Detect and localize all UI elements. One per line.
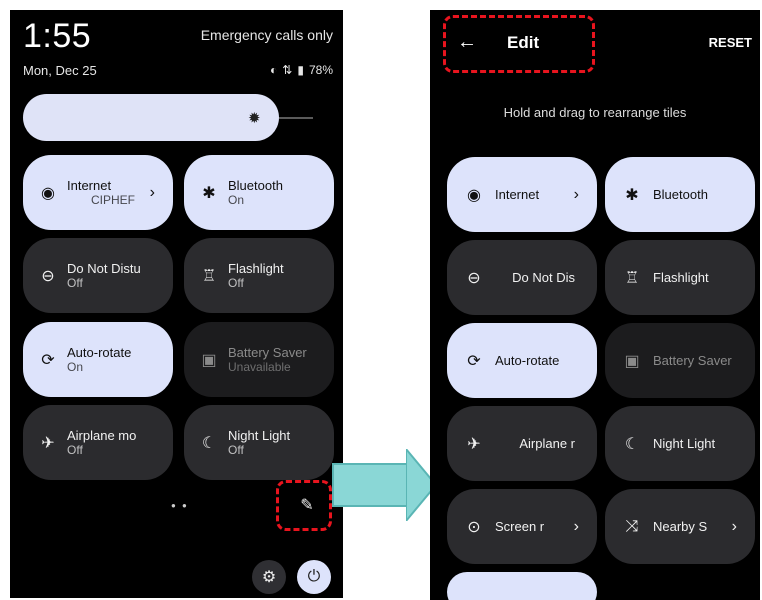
tile-bluetooth[interactable]: ✱ Bluetooth On	[184, 155, 334, 230]
tile-label: Internet	[495, 187, 540, 202]
tile-status: Off	[67, 276, 83, 290]
night-light-icon: ☾	[624, 435, 640, 453]
edit-tile-battery-saver[interactable]: ▣ Battery Saver	[605, 323, 755, 398]
tile-partial[interactable]	[447, 572, 597, 600]
edit-tile-airplane-r[interactable]: ✈ Airplane r	[447, 406, 597, 481]
airplane-icon: ✈	[41, 434, 55, 452]
battery-saver-icon: ▣	[624, 352, 640, 370]
battery-icon: ▮	[297, 63, 304, 77]
tile-label: Screen r	[495, 519, 545, 534]
tile-status: CIPHEF	[91, 193, 136, 207]
tile-label: Flashlight	[653, 270, 709, 285]
auto-rotate-icon: ⟳	[467, 352, 481, 370]
power-icon: ⏻	[307, 568, 321, 585]
airplane-icon: ✈	[467, 435, 481, 453]
instruction-text: Hold and drag to rearrange tiles	[503, 105, 687, 120]
edit-tile-night-light[interactable]: ☾ Night Light	[605, 406, 755, 481]
wifi-icon: ◉	[467, 186, 481, 204]
edit-tile-do-not-dis[interactable]: ⊖ Do Not Dis	[447, 240, 597, 315]
tile-label: Do Not Dis	[512, 270, 575, 285]
tile-status: Off	[228, 276, 244, 290]
tile-night-light[interactable]: ☾ Night Light Off	[184, 405, 334, 480]
carrier-status: Emergency calls only	[200, 27, 333, 43]
flashlight-icon: ♖	[624, 269, 640, 287]
tile-do-not-distu[interactable]: ⊖ Do Not Distu Off	[23, 238, 173, 313]
tile-status: Off	[228, 443, 244, 457]
tile-status: Off	[67, 443, 83, 457]
tile-label: Flashlight	[228, 261, 284, 276]
tile-auto-rotate[interactable]: ⟳ Auto-rotate On	[23, 322, 173, 397]
tile-status: Unavailable	[228, 360, 291, 374]
edit-tile-bluetooth[interactable]: ✱ Bluetooth	[605, 157, 755, 232]
vibrate-icon: ◐	[270, 63, 278, 77]
chevron-right-icon: ›	[573, 185, 579, 203]
tile-airplane-mo[interactable]: ✈ Airplane mo Off	[23, 405, 173, 480]
reset-button[interactable]: RESET	[709, 35, 752, 50]
tile-label: Airplane mo	[67, 428, 137, 443]
edit-tile-internet[interactable]: ◉ Internet ›	[447, 157, 597, 232]
edit-title-highlight	[443, 15, 595, 73]
tile-label: Night Light	[653, 436, 716, 451]
status-icons: ◐ ⇅ ▮ 78%	[270, 63, 333, 77]
edit-tile-nearby-s[interactable]: ⤨ Nearby S ›	[605, 489, 755, 564]
flashlight-icon: ♖	[201, 267, 217, 285]
edit-highlight	[276, 480, 332, 531]
edit-tile-screen-r[interactable]: ⊙ Screen r ›	[447, 489, 597, 564]
tile-battery-saver[interactable]: ▣ Battery Saver Unavailable	[184, 322, 334, 397]
battery-percent: 78%	[308, 63, 333, 77]
tile-label: Battery Saver	[228, 345, 307, 360]
chevron-right-icon: ›	[573, 517, 579, 535]
edit-tile-auto-rotate[interactable]: ⟳ Auto-rotate	[447, 323, 597, 398]
tile-label: Battery Saver	[653, 353, 732, 368]
tile-flashlight[interactable]: ♖ Flashlight Off	[184, 238, 334, 313]
edit-tile-flashlight[interactable]: ♖ Flashlight	[605, 240, 755, 315]
screen-record-icon: ⊙	[467, 518, 481, 536]
auto-rotate-icon: ⟳	[41, 351, 55, 369]
battery-saver-icon: ▣	[201, 351, 217, 369]
edit-tiles-panel: ← Edit RESET Hold and drag to rearrange …	[430, 10, 760, 600]
do-not-disturb-icon: ⊖	[41, 267, 55, 285]
tile-label: Bluetooth	[653, 187, 708, 202]
page-indicator: ● ●	[171, 501, 189, 510]
tile-status: On	[67, 360, 84, 374]
signal-icon: ⇅	[282, 63, 293, 77]
tile-label: Night Light	[228, 428, 291, 443]
clock: 1:55	[23, 17, 92, 55]
tile-status: On	[228, 193, 245, 207]
brightness-slider[interactable]	[23, 94, 279, 141]
chevron-right-icon: ›	[731, 517, 737, 535]
wifi-icon: ◉	[41, 184, 55, 202]
tile-label: Bluetooth	[228, 178, 283, 193]
tile-label: Auto-rotate	[495, 353, 560, 368]
brightness-track[interactable]	[279, 117, 313, 119]
bluetooth-icon: ✱	[202, 184, 216, 202]
brightness-icon: ✹	[248, 110, 261, 127]
tile-label: Auto-rotate	[67, 345, 132, 360]
do-not-disturb-icon: ⊖	[467, 269, 481, 287]
settings-button[interactable]: ⚙	[252, 560, 286, 594]
tile-label: Airplane r	[519, 436, 575, 451]
tile-label: Internet	[67, 178, 112, 193]
tile-label: Nearby S	[653, 519, 708, 534]
tile-internet[interactable]: ◉ Internet CIPHEF ›	[23, 155, 173, 230]
transition-arrow-body	[332, 463, 410, 507]
power-button[interactable]: ⏻	[297, 560, 331, 594]
nearby-share-icon: ⤨	[625, 517, 639, 535]
quick-settings-panel: 1:55 Emergency calls only Mon, Dec 25 ◐ …	[10, 10, 343, 598]
night-light-icon: ☾	[201, 434, 217, 452]
bluetooth-icon: ✱	[625, 186, 639, 204]
gear-icon: ⚙	[261, 569, 277, 586]
chevron-right-icon: ›	[149, 183, 155, 201]
date: Mon, Dec 25	[23, 63, 97, 78]
tile-label: Do Not Distu	[67, 261, 141, 276]
